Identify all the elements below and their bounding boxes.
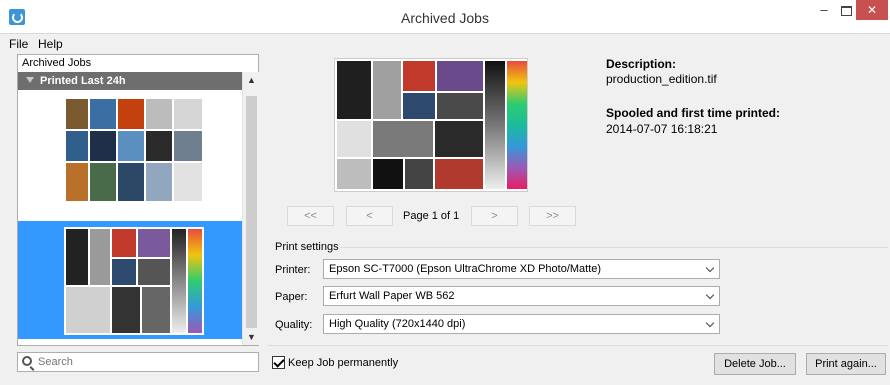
paper-label: Paper: <box>275 291 308 303</box>
printer-label: Printer: <box>275 264 311 276</box>
paper-select-value: Erfurt Wall Paper WB 562 <box>329 290 455 302</box>
menu-file[interactable]: File <box>9 37 28 51</box>
paper-select[interactable]: Erfurt Wall Paper WB 562 <box>323 286 720 306</box>
job-item-2-selected[interactable] <box>18 221 242 339</box>
window-title: Archived Jobs <box>401 10 489 26</box>
close-button[interactable]: ✕ <box>856 0 888 20</box>
quality-label: Quality: <box>275 319 313 331</box>
keep-job-checkbox[interactable] <box>272 356 285 369</box>
last-page-button[interactable]: >> <box>529 206 576 226</box>
first-page-button[interactable]: << <box>287 206 334 226</box>
tree-group-label: Printed Last 24h <box>40 75 126 87</box>
bottom-divider <box>268 345 888 346</box>
minimize-button[interactable]: – <box>812 0 836 20</box>
tree-root-label: Archived Jobs <box>22 57 92 69</box>
search-input[interactable] <box>38 354 248 370</box>
quality-select[interactable]: High Quality (720x1440 dpi) <box>323 314 720 334</box>
previous-page-button[interactable]: < <box>346 206 393 226</box>
chevron-down-icon <box>705 318 715 328</box>
description-value: production_edition.tif <box>606 72 717 86</box>
print-settings-divider <box>340 247 888 248</box>
menu-help[interactable]: Help <box>38 37 63 51</box>
search-icon <box>22 356 32 366</box>
tree-scrollbar[interactable]: ▲ ▼ <box>242 72 259 345</box>
job-preview-image <box>334 58 528 192</box>
job-thumbnail <box>64 227 204 335</box>
page-indicator: Page 1 of 1 <box>403 210 460 222</box>
maximize-button[interactable] <box>836 0 856 20</box>
collapse-triangle-icon <box>26 77 34 83</box>
title-bar: Archived Jobs – ✕ <box>0 0 890 34</box>
chevron-down-icon <box>705 290 715 300</box>
archived-jobs-tree[interactable]: Archived Jobs Printed Last 24h ▲ ▼ <box>17 54 259 346</box>
chevron-down-icon <box>705 263 715 273</box>
spooled-label: Spooled and first time printed: <box>606 106 781 120</box>
spooled-value: 2014-07-07 16:18:21 <box>606 122 718 136</box>
scroll-down-icon[interactable]: ▼ <box>246 331 257 343</box>
job-item-1[interactable] <box>18 91 242 209</box>
scrollbar-thumb[interactable] <box>246 96 257 328</box>
scroll-up-icon[interactable]: ▲ <box>246 74 257 86</box>
next-page-button[interactable]: > <box>471 206 518 226</box>
printer-select[interactable]: Epson SC-T7000 (Epson UltraChrome XD Pho… <box>323 259 720 279</box>
delete-job-button[interactable]: Delete Job... <box>714 353 796 375</box>
description-label: Description: <box>606 57 677 71</box>
printer-select-value: Epson SC-T7000 (Epson UltraChrome XD Pho… <box>329 263 602 275</box>
menu-bar: File Help <box>0 34 890 52</box>
job-thumbnail <box>64 97 204 205</box>
tree-group-printed-last-24h[interactable]: Printed Last 24h <box>18 72 242 90</box>
search-box[interactable] <box>17 352 259 372</box>
quality-select-value: High Quality (720x1440 dpi) <box>329 318 466 330</box>
print-settings-title: Print settings <box>275 241 339 253</box>
keep-job-label[interactable]: Keep Job permanently <box>288 357 398 369</box>
print-again-button[interactable]: Print again... <box>806 353 886 375</box>
